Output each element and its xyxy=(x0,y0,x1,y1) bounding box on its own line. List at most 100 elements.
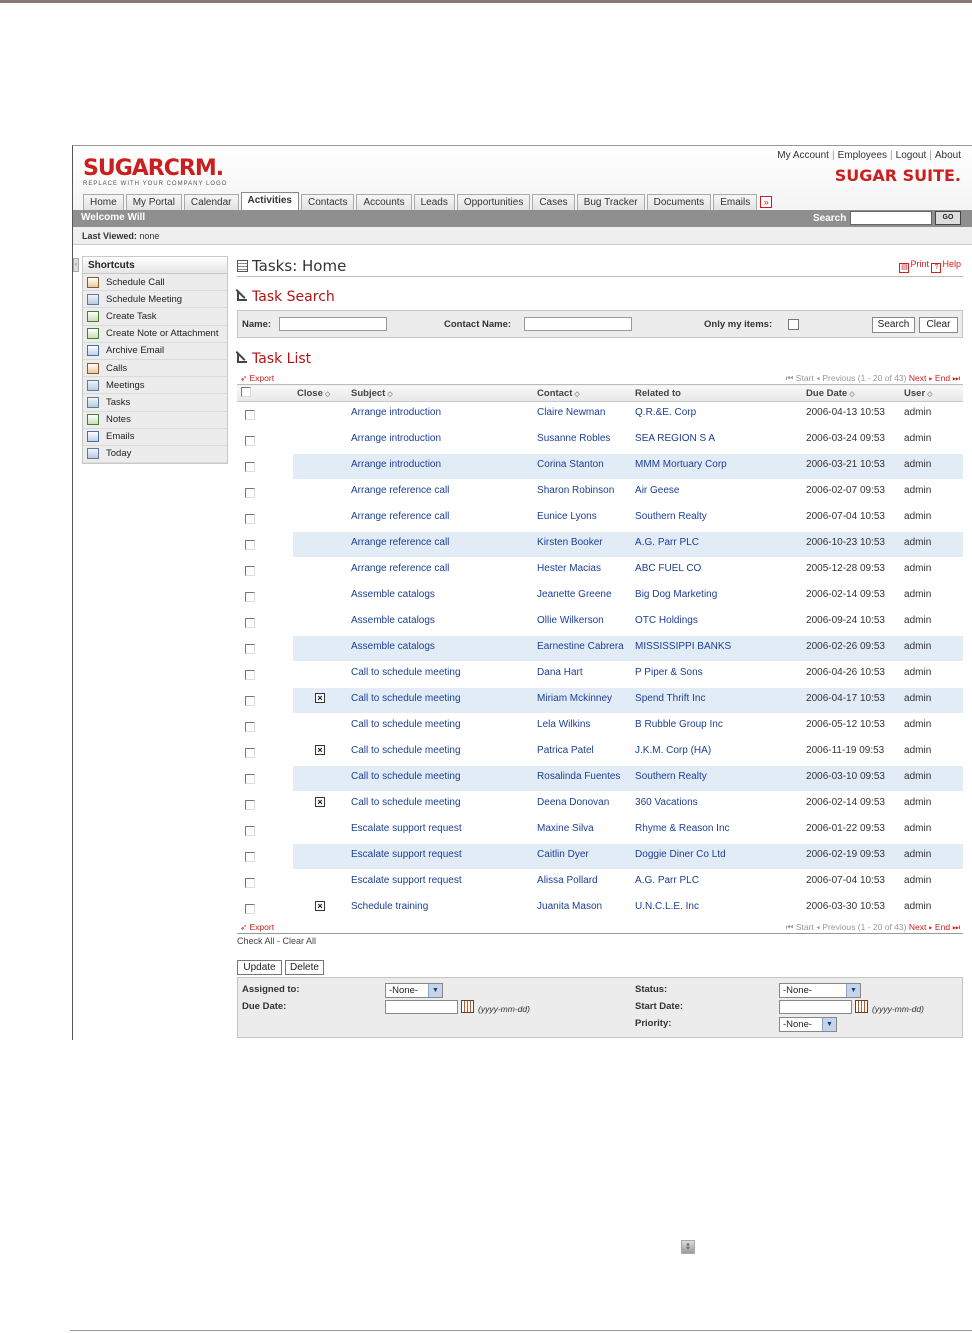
task-subject-link[interactable]: Call to schedule meeting xyxy=(347,765,534,792)
shortcut-emails[interactable]: Emails xyxy=(83,429,227,446)
tab-my-portal[interactable]: My Portal xyxy=(125,194,182,210)
start-date-input[interactable] xyxy=(779,1000,852,1014)
row-select-checkbox[interactable] xyxy=(245,826,255,836)
task-related-link[interactable]: U.N.C.L.E. Inc xyxy=(631,895,803,922)
my-account-link[interactable]: My Account xyxy=(777,150,829,161)
task-related-link[interactable]: A.G. Parr PLC xyxy=(631,531,803,558)
task-subject-link[interactable]: Arrange introduction xyxy=(347,427,534,454)
task-contact-link[interactable]: Deena Donovan xyxy=(533,791,632,818)
tab-leads[interactable]: Leads xyxy=(413,194,455,210)
export-link-bottom[interactable]: ➶ Export xyxy=(240,922,274,932)
task-subject-link[interactable]: Escalate support request xyxy=(347,843,534,870)
calendar-icon[interactable] xyxy=(461,1000,474,1013)
shortcut-meetings[interactable]: Meetings xyxy=(83,377,227,395)
global-search-go-button[interactable]: GO xyxy=(935,211,961,225)
task-subject-link[interactable]: Escalate support request xyxy=(347,817,534,844)
clear-all-link[interactable]: Clear All xyxy=(283,936,317,946)
task-subject-link[interactable]: Call to schedule meeting xyxy=(347,661,534,688)
row-select-checkbox[interactable] xyxy=(245,436,255,446)
task-subject-link[interactable]: Schedule training xyxy=(347,895,534,922)
help-link[interactable]: ? Help xyxy=(931,259,961,273)
row-select-checkbox[interactable] xyxy=(245,566,255,576)
delete-button[interactable]: Delete xyxy=(285,960,324,975)
row-select-checkbox[interactable] xyxy=(245,618,255,628)
task-related-link[interactable]: Rhyme & Reason Inc xyxy=(631,817,803,844)
task-subject-link[interactable]: Assemble catalogs xyxy=(347,609,534,636)
column-close[interactable]: Close ◇ xyxy=(293,384,347,402)
pager-end[interactable]: End ⏭ xyxy=(935,373,960,383)
assigned-to-select[interactable]: -None- ▼ xyxy=(385,983,443,998)
tab-documents[interactable]: Documents xyxy=(646,194,712,210)
tab-calendar[interactable]: Calendar xyxy=(183,194,239,210)
column-related-to[interactable]: Related to xyxy=(631,384,803,402)
task-contact-link[interactable]: Maxine Silva xyxy=(533,817,632,844)
global-search-input[interactable] xyxy=(850,211,932,225)
task-subject-link[interactable]: Escalate support request xyxy=(347,869,534,896)
employees-link[interactable]: Employees xyxy=(838,150,887,161)
shortcut-notes[interactable]: Notes xyxy=(83,412,227,429)
column-subject[interactable]: Subject ◇ xyxy=(347,384,534,402)
search-button[interactable]: Search xyxy=(872,317,915,333)
check-all-link[interactable]: Check All xyxy=(237,936,275,946)
shortcut-create-note[interactable]: Create Note or Attachment xyxy=(83,326,227,343)
row-select-checkbox[interactable] xyxy=(245,696,255,706)
contact-name-input[interactable] xyxy=(524,317,632,331)
task-related-link[interactable]: Air Geese xyxy=(631,479,803,506)
task-subject-link[interactable]: Call to schedule meeting xyxy=(347,713,534,740)
tab-contacts[interactable]: Contacts xyxy=(300,194,355,210)
row-select-checkbox[interactable] xyxy=(245,462,255,472)
task-related-link[interactable]: J.K.M. Corp (HA) xyxy=(631,739,803,766)
shortcut-schedule-meeting[interactable]: Schedule Meeting xyxy=(83,291,227,309)
close-task-icon[interactable]: × xyxy=(315,693,325,703)
task-contact-link[interactable]: Patrica Patel xyxy=(533,739,632,766)
task-contact-link[interactable]: Susanne Robles xyxy=(533,427,632,454)
task-related-link[interactable]: Southern Realty xyxy=(631,765,803,792)
task-contact-link[interactable]: Claire Newman xyxy=(533,401,632,428)
pager-previous-bottom[interactable]: ◂ Previous xyxy=(816,922,855,932)
task-contact-link[interactable]: Jeanette Greene xyxy=(533,583,632,610)
tab-activities[interactable]: Activities xyxy=(240,192,299,210)
shortcut-create-task[interactable]: Create Task xyxy=(83,308,227,326)
task-contact-link[interactable]: Caitlin Dyer xyxy=(533,843,632,870)
column-contact[interactable]: Contact ◇ xyxy=(533,384,632,402)
row-select-checkbox[interactable] xyxy=(245,592,255,602)
collapse-shortcuts-icon[interactable]: ‹ xyxy=(73,258,79,272)
row-select-checkbox[interactable] xyxy=(245,644,255,654)
task-related-link[interactable]: A.G. Parr PLC xyxy=(631,869,803,896)
task-contact-link[interactable]: Kirsten Booker xyxy=(533,531,632,558)
row-select-checkbox[interactable] xyxy=(245,488,255,498)
task-contact-link[interactable]: Earnestine Cabrera xyxy=(533,635,632,662)
task-related-link[interactable]: MISSISSIPPI BANKS xyxy=(631,635,803,662)
pager-start[interactable]: ⏮ Start xyxy=(786,373,814,383)
pager-previous[interactable]: ◂ Previous xyxy=(816,373,855,383)
task-contact-link[interactable]: Dana Hart xyxy=(533,661,632,688)
name-input[interactable] xyxy=(279,317,387,331)
row-select-checkbox[interactable] xyxy=(245,852,255,862)
row-select-checkbox[interactable] xyxy=(245,722,255,732)
task-subject-link[interactable]: Call to schedule meeting xyxy=(347,739,534,766)
shortcut-schedule-call[interactable]: Schedule Call xyxy=(83,274,227,292)
task-contact-link[interactable]: Hester Macias xyxy=(533,557,632,584)
pager-next[interactable]: Next ▸ xyxy=(909,373,933,383)
row-select-checkbox[interactable] xyxy=(245,514,255,524)
column-due-date[interactable]: Due Date ◇ xyxy=(802,384,901,402)
task-subject-link[interactable]: Assemble catalogs xyxy=(347,583,534,610)
task-subject-link[interactable]: Assemble catalogs xyxy=(347,635,534,662)
shortcut-calls[interactable]: Calls xyxy=(83,360,227,378)
task-subject-link[interactable]: Call to schedule meeting xyxy=(347,791,534,818)
task-contact-link[interactable]: Juanita Mason xyxy=(533,895,632,922)
tab-bug-tracker[interactable]: Bug Tracker xyxy=(576,194,645,210)
task-contact-link[interactable]: Ollie Wilkerson xyxy=(533,609,632,636)
row-select-checkbox[interactable] xyxy=(245,878,255,888)
only-my-items-checkbox[interactable] xyxy=(788,319,799,330)
row-select-checkbox[interactable] xyxy=(245,800,255,810)
more-tabs-icon[interactable]: » xyxy=(760,196,773,208)
scroll-toggle-icon[interactable]: ⇕ xyxy=(681,1240,695,1254)
column-user[interactable]: User ◇ xyxy=(900,384,964,402)
task-contact-link[interactable]: Lela Wilkins xyxy=(533,713,632,740)
status-select[interactable]: -None- ▼ xyxy=(779,983,861,998)
task-related-link[interactable]: Southern Realty xyxy=(631,505,803,532)
close-task-icon[interactable]: × xyxy=(315,745,325,755)
about-link[interactable]: About xyxy=(935,150,961,161)
due-date-input[interactable] xyxy=(385,1000,458,1014)
